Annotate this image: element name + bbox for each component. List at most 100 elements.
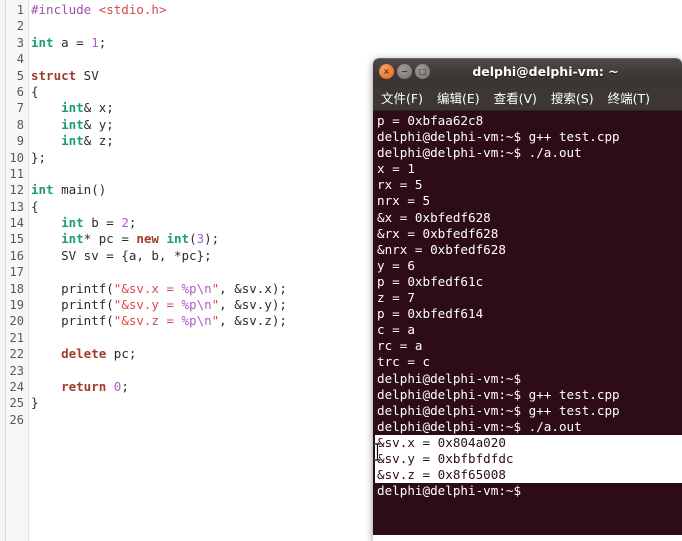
terminal-line[interactable]: &nrx = 0xbfedf628 — [375, 242, 682, 258]
code-line[interactable]: 9 int& z; — [0, 133, 370, 149]
terminal-line[interactable]: delphi@delphi-vm:~$ ./a.out — [375, 145, 682, 161]
code-line-text[interactable] — [27, 18, 39, 34]
code-token: SV sv = {a, b, *pc}; — [31, 247, 212, 263]
code-line[interactable]: 15 int* pc = new int(3); — [0, 231, 370, 247]
code-line-text[interactable] — [27, 264, 39, 280]
code-line[interactable]: 18 printf("&sv.x = %p\n", &sv.x); — [0, 281, 370, 297]
editor-code-area[interactable]: 1 #include <stdio.h> 2 3 int a = 1; 4 5 struc… — [0, 2, 370, 428]
code-line-text[interactable] — [27, 363, 39, 379]
code-line[interactable]: 24 return 0; — [0, 379, 370, 395]
terminal-line-selected[interactable]: &sv.y = 0xbfbfdfdc — [375, 450, 682, 468]
code-token: ; — [98, 34, 107, 50]
code-line[interactable]: 1 #include <stdio.h> — [0, 2, 370, 18]
code-line-text[interactable] — [27, 412, 39, 428]
code-line[interactable]: 16 SV sv = {a, b, *pc}; — [0, 248, 370, 264]
code-line-text[interactable]: return 0; — [27, 379, 129, 395]
code-token: #include — [31, 2, 99, 17]
terminal-line[interactable]: c = a — [375, 322, 682, 338]
code-line[interactable]: 6{ — [0, 84, 370, 100]
code-line-text[interactable] — [27, 51, 39, 67]
line-number: 11 — [9, 166, 24, 181]
terminal-line[interactable]: &x = 0xbfedf628 — [375, 210, 682, 226]
code-line[interactable]: 8 int& y; — [0, 117, 370, 133]
menu-item-search[interactable]: 搜索(S) — [549, 87, 596, 108]
code-line[interactable]: 10}; — [0, 150, 370, 166]
terminal-line[interactable]: &rx = 0xbfedf628 — [375, 226, 682, 242]
code-line-text[interactable]: int& y; — [27, 117, 114, 133]
terminal-line[interactable]: x = 1 — [375, 161, 682, 177]
code-line[interactable]: 4 — [0, 51, 370, 67]
code-line-text[interactable]: #include <stdio.h> — [27, 2, 166, 18]
terminal-titlebar[interactable]: × − □ delphi@delphi-vm: ~ — [373, 58, 682, 85]
code-line[interactable]: 2 — [0, 18, 370, 34]
code-line[interactable]: 7 int& x; — [0, 100, 370, 116]
terminal-line-selected[interactable]: &sv.x = 0x804a020 — [375, 434, 682, 451]
code-token: 1 — [91, 34, 99, 50]
menu-item-terminal[interactable]: 终端(T) — [606, 87, 652, 108]
code-line-text[interactable] — [27, 166, 39, 182]
code-line[interactable]: 12 int main() — [0, 182, 370, 198]
code-line-text[interactable]: struct SV — [27, 68, 99, 84]
terminal-line[interactable]: z = 7 — [375, 290, 682, 306]
code-line-text[interactable]: SV sv = {a, b, *pc}; — [27, 248, 212, 264]
code-line[interactable]: 20 printf("&sv.z = %p\n", &sv.z); — [0, 313, 370, 329]
terminal-line[interactable]: delphi@delphi-vm:~$ g++ test.cpp — [375, 403, 682, 419]
code-line[interactable]: 25} — [0, 395, 370, 411]
line-number: 25 — [9, 396, 24, 411]
code-line[interactable]: 22 delete pc; — [0, 346, 370, 362]
code-line-text[interactable]: int& z; — [27, 133, 114, 149]
code-line-text[interactable]: { — [27, 199, 39, 215]
terminal-line[interactable]: p = 0xbfaa62c8 — [375, 113, 682, 129]
code-line-text[interactable]: int& x; — [27, 100, 114, 116]
code-line[interactable]: 11 — [0, 166, 370, 182]
code-line-text[interactable]: } — [27, 395, 39, 411]
terminal-menubar[interactable]: 文件(F) 编辑(E) 查看(V) 搜索(S) 终端(T) — [373, 85, 682, 111]
menu-item-file[interactable]: 文件(F) — [379, 87, 425, 108]
code-line-text[interactable]: int* pc = new int(3); — [27, 231, 219, 247]
code-line-text[interactable]: delete pc; — [27, 346, 136, 362]
code-token: ); — [204, 231, 220, 247]
menu-item-view[interactable]: 查看(V) — [492, 87, 539, 108]
terminal-line[interactable]: delphi@delphi-vm:~$ — [375, 483, 682, 500]
code-line[interactable]: 17 — [0, 264, 370, 280]
code-line[interactable]: 5 struct SV — [0, 68, 370, 84]
terminal-line[interactable]: p = 0xbfedf614 — [375, 306, 682, 322]
code-line-text[interactable]: printf("&sv.y = %p\n", &sv.y); — [27, 297, 287, 313]
terminal-line[interactable]: trc = c — [375, 354, 682, 370]
code-line[interactable]: 26 — [0, 412, 370, 428]
line-number: 12 — [9, 183, 24, 198]
terminal-line[interactable]: rx = 5 — [375, 177, 682, 193]
terminal-line[interactable]: rc = a — [375, 338, 682, 354]
code-line-text[interactable]: int main() — [27, 182, 106, 198]
code-line[interactable]: 19 printf("&sv.y = %p\n", &sv.y); — [0, 297, 370, 313]
terminal-output-area[interactable]: p = 0xbfaa62c8 delphi@delphi-vm:~$ g++ te… — [373, 111, 682, 541]
code-token: %p\n — [181, 297, 212, 313]
terminal-line[interactable]: y = 6 — [375, 258, 682, 274]
code-line-text[interactable]: printf("&sv.z = %p\n", &sv.z); — [27, 313, 287, 329]
terminal-line[interactable]: nrx = 5 — [375, 193, 682, 209]
terminal-line[interactable]: p = 0xbfedf61c — [375, 274, 682, 290]
terminal-line[interactable]: delphi@delphi-vm:~$ g++ test.cpp — [375, 129, 682, 145]
code-token: printf( — [31, 313, 114, 329]
code-line-text[interactable]: int b = 2; — [27, 215, 136, 231]
code-line-text[interactable]: printf("&sv.x = %p\n", &sv.x); — [27, 281, 287, 297]
terminal-line-selected[interactable]: &sv.z = 0x8f65008 — [375, 467, 682, 484]
terminal-line[interactable]: delphi@delphi-vm:~$ ./a.out — [375, 419, 682, 435]
terminal-line[interactable]: delphi@delphi-vm:~$ — [375, 371, 682, 387]
code-line-text[interactable]: }; — [27, 150, 46, 166]
code-line[interactable]: 14 int b = 2; — [0, 215, 370, 231]
line-number: 6 — [16, 84, 24, 99]
code-line-text[interactable]: int a = 1; — [27, 35, 106, 51]
menu-item-edit[interactable]: 编辑(E) — [435, 87, 482, 108]
code-line-text[interactable] — [27, 330, 39, 346]
code-line[interactable]: 3 int a = 1; — [0, 35, 370, 51]
code-token: "&sv.x = — [113, 280, 182, 296]
terminal-window[interactable]: × − □ delphi@delphi-vm: ~ 文件(F) 编辑(E) 查看(V) 搜… — [373, 58, 682, 541]
code-token: int — [31, 182, 54, 198]
code-token: printf( — [31, 280, 114, 296]
code-line[interactable]: 21 — [0, 330, 370, 346]
code-line[interactable]: 13 { — [0, 199, 370, 215]
code-line-text[interactable]: { — [27, 84, 39, 100]
code-line[interactable]: 23 — [0, 363, 370, 379]
terminal-line[interactable]: delphi@delphi-vm:~$ g++ test.cpp — [375, 387, 682, 403]
